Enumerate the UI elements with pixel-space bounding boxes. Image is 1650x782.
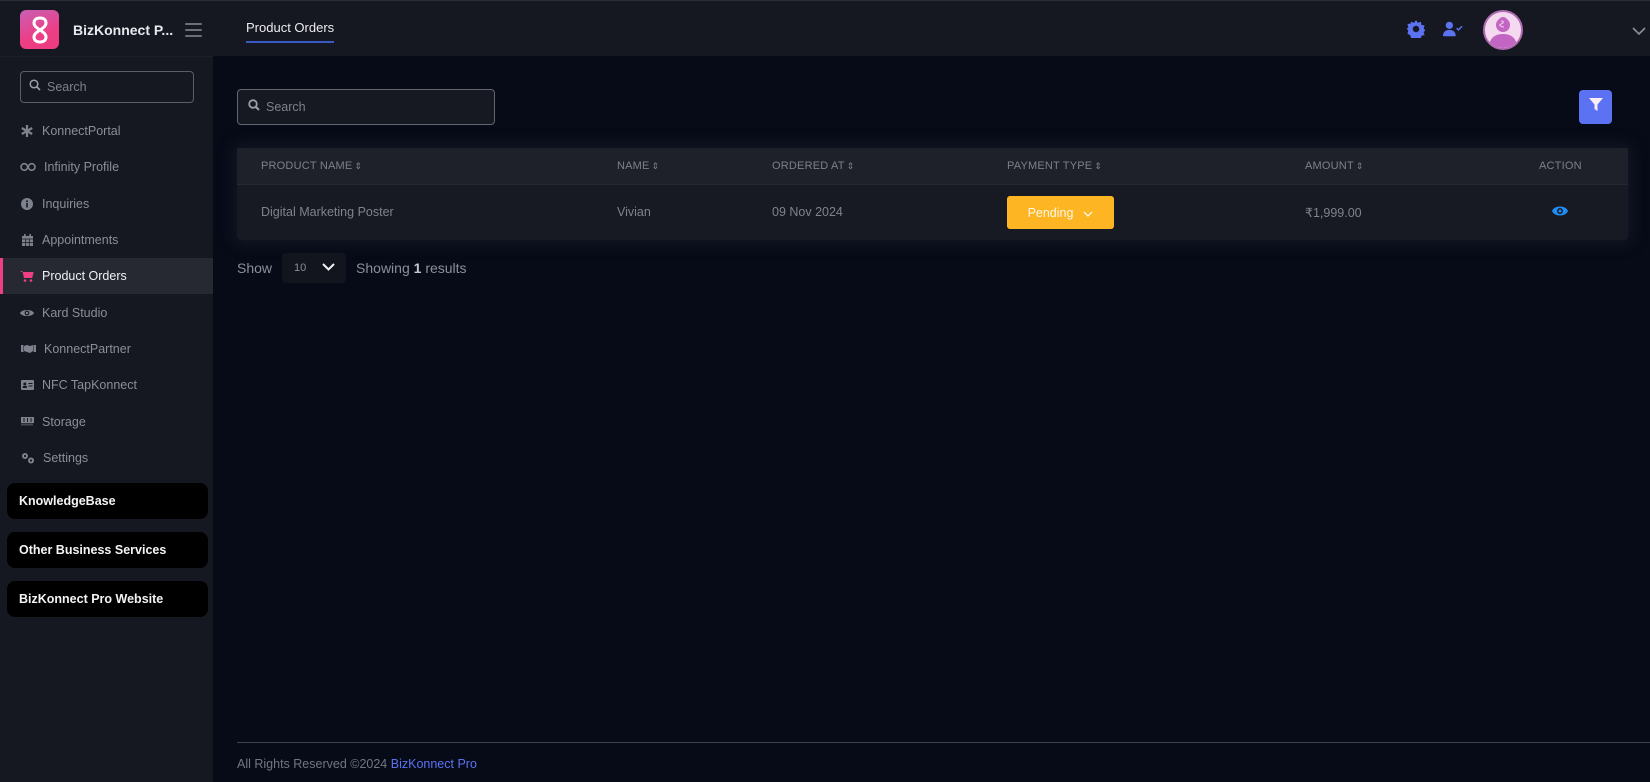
column-label: NAME: [617, 160, 650, 172]
chevron-down-icon: [1083, 206, 1093, 220]
table-row: Digital Marketing Poster Vivian 09 Nov 2…: [237, 185, 1628, 240]
sidebar: KonnectPortal Infinity Profile Inquiries…: [0, 56, 213, 782]
pagination-bar: Show 10 Showing 1 results: [237, 253, 467, 283]
sidebar-item-label: Kard Studio: [42, 305, 108, 320]
sidebar-item-label: Infinity Profile: [44, 160, 120, 175]
cell-name: Vivian: [617, 205, 651, 219]
handshake-icon: [20, 342, 36, 356]
sidebar-item-product-orders[interactable]: Product Orders: [0, 258, 213, 295]
app: BizKonnect P... Product Orders Konn: [0, 0, 1650, 782]
sidebar-item-appointments[interactable]: Appointments: [0, 222, 213, 258]
eye-icon: [20, 306, 34, 320]
cell-product-name: Digital Marketing Poster: [261, 205, 394, 219]
sidebar-item-label: Settings: [43, 450, 89, 465]
other-business-services-button[interactable]: Other Business Services: [7, 532, 208, 568]
infinity-icon: [20, 160, 36, 174]
sort-icon[interactable]: ⇕: [847, 161, 855, 171]
sidebar-item-inquiries[interactable]: Inquiries: [0, 186, 213, 222]
cogs-icon: [20, 451, 35, 465]
sidebar-item-label: Product Orders: [42, 269, 127, 284]
table-header: PRODUCT NAME ⇕ NAME ⇕ ORDERED AT ⇕ PAYMENT …: [237, 148, 1628, 185]
column-header-amount[interactable]: AMOUNT ⇕: [1305, 160, 1364, 172]
header-tab-product-orders[interactable]: Product Orders: [246, 20, 335, 43]
column-label: AMOUNT: [1305, 160, 1354, 172]
copyright-text: All Rights Reserved ©2024: [237, 757, 388, 771]
sidebar-nav: KonnectPortal Infinity Profile Inquiries…: [0, 113, 213, 476]
asterisk-icon: [20, 124, 34, 138]
results-suffix: results: [425, 260, 467, 276]
chevron-down-icon: [322, 262, 335, 274]
column-header-payment-type[interactable]: PAYMENT TYPE ⇕: [1007, 160, 1102, 172]
sort-icon[interactable]: ⇕: [354, 161, 362, 171]
orders-search[interactable]: [237, 89, 495, 125]
view-order-eye-icon[interactable]: [1552, 204, 1568, 222]
column-header-name[interactable]: NAME ⇕: [617, 160, 659, 172]
column-header-action: ACTION: [1539, 160, 1582, 172]
results-count: Showing 1 results: [356, 260, 467, 276]
sidebar-item-label: NFC TapKonnect: [42, 378, 137, 393]
filter-button[interactable]: [1579, 90, 1612, 124]
bizkonnect-pro-website-button[interactable]: BizKonnect Pro Website: [7, 581, 208, 617]
column-label: PRODUCT NAME: [261, 160, 353, 172]
column-label: PAYMENT TYPE: [1007, 160, 1093, 172]
info-icon: [20, 197, 34, 211]
sidebar-search-input[interactable]: [47, 80, 193, 94]
menu-toggle-icon[interactable]: [185, 22, 203, 37]
sidebar-item-kard-studio[interactable]: Kard Studio: [0, 294, 213, 330]
calendar-icon: [20, 233, 34, 247]
cell-amount: ₹1,999.00: [1305, 206, 1362, 220]
cell-ordered-at: 09 Nov 2024: [772, 205, 843, 219]
orders-table: PRODUCT NAME ⇕ NAME ⇕ ORDERED AT ⇕ PAYMENT …: [237, 148, 1628, 240]
chevron-down-icon[interactable]: [1632, 23, 1646, 41]
sidebar-item-konnectportal[interactable]: KonnectPortal: [0, 113, 213, 149]
sidebar-item-label: Storage: [42, 414, 86, 429]
sidebar-search[interactable]: [20, 71, 194, 103]
page-size-value: 10: [294, 262, 307, 274]
memory-icon: [20, 415, 34, 429]
search-icon: [248, 98, 260, 116]
filter-icon: [1588, 98, 1603, 116]
column-header-ordered-at[interactable]: ORDERED AT ⇕: [772, 160, 854, 172]
id-card-icon: [20, 378, 34, 392]
footer: All Rights Reserved ©2024 BizKonnect Pro: [237, 757, 477, 771]
sidebar-item-konnectpartner[interactable]: KonnectPartner: [0, 331, 213, 367]
user-avatar[interactable]: [1483, 10, 1523, 50]
sidebar-item-label: Inquiries: [42, 196, 90, 211]
payment-status-dropdown[interactable]: Pending: [1007, 196, 1114, 229]
footer-divider: [237, 742, 1650, 743]
sidebar-item-nfc-tapkonnect[interactable]: NFC TapKonnect: [0, 367, 213, 403]
orders-search-input[interactable]: [266, 100, 494, 114]
sidebar-item-settings[interactable]: Settings: [0, 440, 213, 476]
sidebar-item-infinity-profile[interactable]: Infinity Profile: [0, 149, 213, 185]
sidebar-item-storage[interactable]: Storage: [0, 403, 213, 439]
search-icon: [29, 78, 41, 96]
show-label: Show: [237, 260, 273, 276]
sort-icon[interactable]: ⇕: [1094, 161, 1102, 171]
cart-icon: [20, 269, 34, 283]
results-prefix: Showing: [356, 260, 410, 276]
page-size-select[interactable]: 10: [282, 253, 347, 283]
knowledgebase-button[interactable]: KnowledgeBase: [7, 483, 208, 519]
user-check-icon[interactable]: [1443, 19, 1463, 39]
top-bar: BizKonnect P... Product Orders: [0, 0, 1650, 56]
column-header-product-name[interactable]: PRODUCT NAME ⇕: [261, 160, 362, 172]
brand-name: BizKonnect P...: [73, 21, 174, 38]
results-number: 1: [413, 260, 422, 276]
sidebar-item-label: KonnectPortal: [42, 124, 121, 139]
sort-icon[interactable]: ⇕: [652, 161, 660, 171]
sort-icon[interactable]: ⇕: [1356, 161, 1364, 171]
column-label: ORDERED AT: [772, 160, 845, 172]
sidebar-item-label: Appointments: [42, 233, 119, 248]
sidebar-item-label: KonnectPartner: [44, 341, 131, 356]
brand-logo-icon[interactable]: [20, 10, 59, 49]
footer-brand-link[interactable]: BizKonnect Pro: [391, 757, 477, 771]
brand: BizKonnect P...: [20, 10, 203, 49]
payment-status-label: Pending: [1027, 205, 1074, 220]
settings-gear-icon[interactable]: [1406, 19, 1426, 39]
